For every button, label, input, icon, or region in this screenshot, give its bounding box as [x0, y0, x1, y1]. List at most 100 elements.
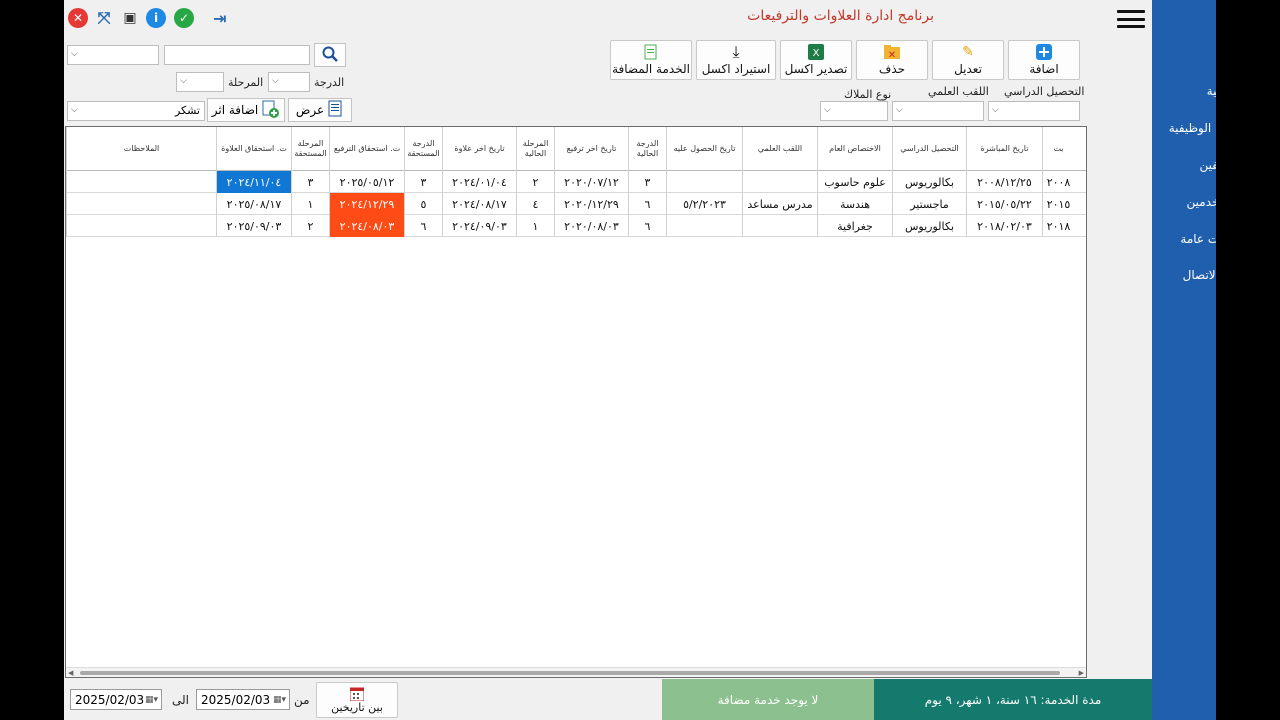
- to-label: الى: [172, 693, 189, 707]
- added-service-button[interactable]: الخدمة المضافة: [610, 40, 692, 80]
- column-header[interactable]: الدرجة المستحقة: [404, 127, 442, 171]
- education-select[interactable]: ⌵: [988, 101, 1080, 121]
- column-header[interactable]: تاريخ المباشرة: [966, 127, 1042, 171]
- table-cell: ١: [291, 193, 329, 215]
- table-cell: ٢٠٢٥/٠٨/١٧: [216, 193, 291, 215]
- sidebar-item-0[interactable]: الرئيسية⌂: [1154, 80, 1216, 102]
- table-cell: هندسة: [817, 193, 892, 215]
- column-header[interactable]: ت. استحقاق الترفيع: [329, 127, 404, 171]
- delete-button[interactable]: ✕ حذف: [856, 40, 928, 80]
- table-cell: [666, 171, 742, 193]
- grade-label: الدرجة: [314, 76, 345, 89]
- plus-icon: [1036, 44, 1052, 62]
- table-cell: ٢٠٢٤/٠١/٠٤: [442, 171, 516, 193]
- delete-folder-icon: ✕: [883, 44, 901, 62]
- stage-label: المرحلة: [228, 76, 264, 89]
- table-cell: ٢٠٠٨: [1042, 171, 1074, 193]
- table-row[interactable]: ٢٠١٨ ٢٠١٨/٠٢/٠٣ بكالوريوس جغرافية ٦ ٢٠٢٠/٠٨/٠…: [66, 215, 1086, 237]
- column-header[interactable]: الملاحظات: [66, 127, 216, 171]
- from-label: من: [294, 693, 310, 707]
- column-header[interactable]: اللقب العلمي: [742, 127, 817, 171]
- search-icon: [322, 46, 338, 65]
- search-button[interactable]: [314, 43, 346, 67]
- show-button-label: عرض: [295, 103, 325, 117]
- academic-title-label: اللقب العلمي: [928, 85, 989, 98]
- column-header[interactable]: بت: [1042, 127, 1074, 171]
- academic-title-select[interactable]: ⌵: [892, 101, 984, 121]
- sidebar-item-2[interactable]: الموظفين☻: [1154, 154, 1216, 176]
- horizontal-scrollbar[interactable]: ◀ ▶: [66, 667, 1086, 677]
- menu-icon[interactable]: [1117, 10, 1145, 28]
- column-header[interactable]: تاريخ الحصول عليه: [666, 127, 742, 171]
- window-icon[interactable]: ▣: [120, 8, 140, 28]
- table-cell: ٦: [628, 215, 666, 237]
- calendar-dropdown-icon[interactable]: ▦▾: [145, 695, 158, 705]
- delete-button-label: حذف: [878, 62, 906, 76]
- fullscreen-icon[interactable]: ⤧: [94, 8, 114, 28]
- grade-select[interactable]: ⌵: [268, 72, 310, 92]
- scroll-left-arrow-icon[interactable]: ◀: [68, 669, 73, 677]
- filter-select-left[interactable]: ⌵: [67, 45, 159, 65]
- column-header[interactable]: التحصيل الدراسي: [892, 127, 966, 171]
- table-cell: ٢٠١٥/٠٥/٢٢: [966, 193, 1042, 215]
- export-excel-button[interactable]: X تصدير اكسل: [780, 40, 852, 80]
- table-cell: ٦: [404, 215, 442, 237]
- document-add-icon: [644, 44, 658, 62]
- table-cell: ٢٠١٨/٠٢/٠٣: [966, 215, 1042, 237]
- table-cell: ٣: [291, 171, 329, 193]
- logout-icon[interactable]: ⇥: [210, 8, 230, 28]
- column-header[interactable]: تاريخ اخر ترفيع: [554, 127, 628, 171]
- sidebar-item-label: ضبط الاتصال: [1182, 268, 1216, 282]
- scrollbar-thumb[interactable]: [80, 671, 1060, 675]
- table-row[interactable]: ٢٠١٥ ٢٠١٥/٠٥/٢٢ ماجستير هندسة مدرس مساعد ٥/٢/…: [66, 193, 1086, 215]
- sidebar-item-3[interactable]: المستخدمين☺: [1154, 191, 1216, 213]
- column-header[interactable]: الاختصاص العام: [817, 127, 892, 171]
- date-to-input[interactable]: 2025/02/03 ▦▾: [196, 689, 290, 710]
- add-button-label: اضافة: [1029, 62, 1059, 76]
- calendar-dropdown-icon[interactable]: ▦▾: [273, 695, 286, 705]
- table-cell: ٢٠٢٤/٠٨/١٧: [442, 193, 516, 215]
- between-dates-button[interactable]: بين تاريخين: [316, 682, 398, 718]
- sidebar-item-5[interactable]: ضبط الاتصال≡: [1154, 264, 1216, 286]
- table-cell: [66, 215, 216, 237]
- date-from-input[interactable]: 2025/02/03 ▦▾: [70, 689, 162, 710]
- sidebar-item-1[interactable]: الدرجة الوظيفية⚭: [1154, 117, 1216, 139]
- close-icon[interactable]: ✕: [68, 8, 88, 28]
- column-header[interactable]: ت. استحقاق العلاوة: [216, 127, 291, 171]
- column-header[interactable]: المرحلة الحالية: [516, 127, 554, 171]
- table-cell: جغرافية: [817, 215, 892, 237]
- table-cell: ٢٠٠٨/١٢/٢٥: [966, 171, 1042, 193]
- column-header[interactable]: الدرجة الحالية: [628, 127, 666, 171]
- sidebar: الرئيسية⌂ الدرجة الوظيفية⚭ الموظفين☻ المستخ…: [1152, 0, 1216, 720]
- svg-text:X: X: [813, 48, 820, 59]
- stage-select[interactable]: ⌵: [176, 72, 224, 92]
- edit-button[interactable]: ✎ تعديل: [932, 40, 1004, 80]
- table-cell: ١: [516, 215, 554, 237]
- column-header[interactable]: تاريخ اخر علاوة: [442, 127, 516, 171]
- column-header[interactable]: المرحلة المستحقة: [291, 127, 329, 171]
- scroll-right-arrow-icon[interactable]: ▶: [1079, 669, 1084, 677]
- import-excel-button[interactable]: ⤓ استيراد اكسل: [696, 40, 776, 80]
- table-cell: ٢٠١٨: [1042, 215, 1074, 237]
- effect-select[interactable]: ⌵ تشكر: [67, 101, 205, 121]
- add-effect-button[interactable]: اضافة اثر: [207, 98, 285, 122]
- table-cell: ٥: [404, 193, 442, 215]
- check-icon[interactable]: ✓: [174, 8, 194, 28]
- table-cell: ٥/٢/٢٠٢٣: [666, 193, 742, 215]
- add-button[interactable]: اضافة: [1008, 40, 1080, 80]
- add-effect-label: اضافة اثر: [211, 103, 259, 117]
- table-cell: ٢٠٢٤/٠٨/٠٣: [329, 215, 404, 237]
- table-cell: ٢: [516, 171, 554, 193]
- info-icon[interactable]: i: [146, 8, 166, 28]
- staff-type-select[interactable]: ⌵: [820, 101, 888, 121]
- sidebar-item-label: المستخدمين: [1186, 195, 1216, 209]
- search-input[interactable]: [164, 45, 310, 65]
- show-button[interactable]: عرض: [288, 98, 352, 122]
- sidebar-item-label: اعدادات عامة: [1180, 232, 1216, 246]
- sidebar-item-4[interactable]: اعدادات عامة⚙: [1154, 228, 1216, 250]
- add-document-icon: [262, 100, 280, 121]
- table-row[interactable]: ٢٠٠٨ ٢٠٠٨/١٢/٢٥ بكالوريوس علوم حاسوب ٣ ٢٠٢٠/٠…: [66, 171, 1086, 193]
- table-cell: ٢٠٢٥/٠٩/٠٣: [216, 215, 291, 237]
- table-cell: [66, 193, 216, 215]
- table-cell: ٢٠٢٤/٠٩/٠٣: [442, 215, 516, 237]
